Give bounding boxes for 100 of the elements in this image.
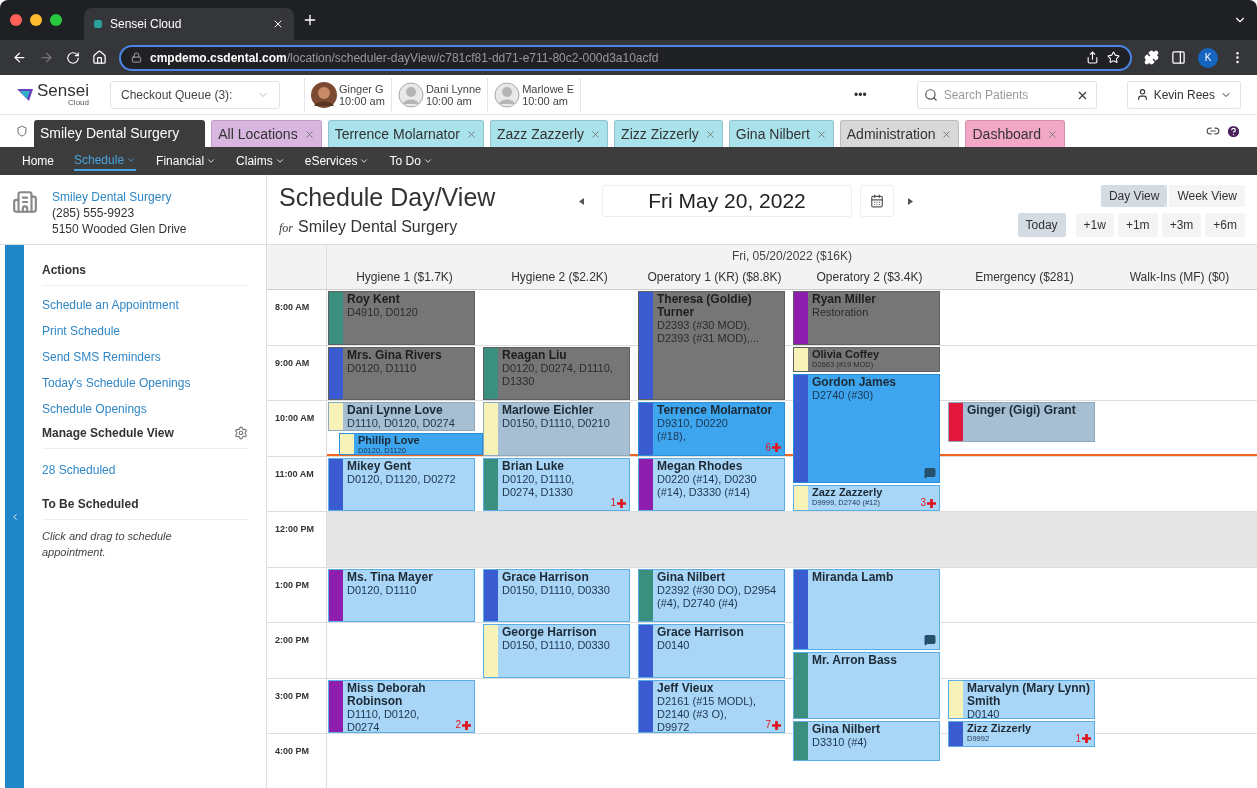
action-link[interactable]: Send SMS Reminders [42, 344, 248, 370]
tab[interactable]: Zazz Zazzerly [489, 120, 609, 147]
procedure-codes: D0140 [967, 707, 1001, 719]
appointment-card[interactable]: Miranda Lamb [793, 568, 940, 650]
forward-icon[interactable] [39, 50, 54, 65]
appointment-card[interactable]: Megan Rhodes D0220 (#14), D0230 (#14), D3330 (#14) [638, 457, 785, 511]
practice-phone: (285) 555-9923 [52, 205, 136, 221]
profile-avatar[interactable]: K [1198, 47, 1218, 68]
appointment-card[interactable]: Jeff Vieux D2161 (#15 MODL), D2140 (#3 O), D9972 7 [638, 679, 785, 733]
appointment-card[interactable]: Gina Nilbert D3310 (#4) [793, 721, 940, 761]
staff-name: Dani Lynne [425, 82, 482, 95]
action-link[interactable]: Print Schedule [42, 318, 248, 344]
appointment-card[interactable]: Gordon James D2740 (#30) [793, 374, 940, 484]
time-label: 12:00 PM [275, 524, 315, 534]
tab[interactable]: Zizz Zizzerly [614, 120, 723, 147]
home-icon[interactable] [92, 50, 107, 65]
settings-icon[interactable] [234, 426, 248, 440]
appointment-card[interactable]: Ms. Tina Mayer D0120, D1110 [328, 568, 475, 622]
date-jump-button[interactable]: +1w [1075, 213, 1114, 237]
close-window-button[interactable] [10, 14, 22, 26]
close-icon[interactable] [272, 18, 284, 30]
appointment-card[interactable]: Ginger (Gigi) Grant [948, 402, 1095, 442]
comment-icon[interactable] [924, 633, 936, 646]
date-jump-button[interactable]: +6m [1205, 213, 1245, 237]
comment-icon[interactable] [924, 467, 936, 480]
previous-day-icon[interactable] [579, 198, 584, 205]
appointment-card[interactable]: Dani Lynne Love D1110, D0120, D0274 [328, 402, 475, 432]
appointment-card[interactable]: Gina Nilbert D2392 (#30 DO), D2954 (#4), D2740 (#4) [638, 568, 785, 622]
search-field[interactable]: Search Patients [916, 80, 1097, 109]
extensions-icon[interactable] [1144, 50, 1159, 65]
staff-chip[interactable]: Ginger G 10:00 am [305, 77, 392, 112]
date-field[interactable]: Fri May 20, 2022 [602, 185, 852, 217]
nav-menu-item[interactable]: Home [22, 151, 54, 171]
patient-name: Gina Nilbert [812, 723, 881, 737]
tab[interactable]: Terrence Molarnator [327, 120, 484, 147]
appointment-card[interactable]: Terrence Molarnator D9310, D0220 (#18), 6 [638, 402, 785, 456]
side-panel-icon[interactable] [1171, 50, 1186, 65]
tab[interactable]: Gina Nilbert [728, 120, 834, 147]
next-day-icon[interactable] [908, 198, 913, 205]
staff-chip[interactable]: Marlowe E 10:00 am [488, 77, 582, 112]
nav-menu-item[interactable]: Claims [236, 151, 285, 171]
time-label: 1:00 PM [275, 579, 309, 590]
view-toggle-button[interactable]: Day View [1100, 185, 1168, 207]
scheduled-count-link[interactable]: 28 Scheduled [42, 461, 248, 479]
date-jump-button[interactable]: +3m [1161, 213, 1202, 237]
checkout-queue-dropdown[interactable]: Checkout Queue (3): [110, 80, 280, 109]
nav-menu-item[interactable]: eServices [304, 151, 370, 171]
appointment-card[interactable]: Grace Harrison D0140 [638, 624, 785, 678]
maximize-window-button[interactable] [50, 14, 62, 26]
appointment-card[interactable]: Brian Luke D0120, D1110, D0274, D1330 1 [483, 457, 630, 511]
nav-menu-item[interactable]: Financial [156, 151, 217, 171]
nav-menu-item[interactable]: To Do [389, 151, 433, 171]
link-icon[interactable] [1206, 124, 1220, 138]
action-link[interactable]: Schedule Openings [42, 396, 248, 422]
calendar-button[interactable] [860, 185, 894, 217]
patient-name: Reagan Liu [502, 348, 568, 362]
tab[interactable]: Administration [839, 120, 960, 147]
new-tab-icon[interactable] [302, 12, 318, 28]
patient-name: Marlowe Eichler [502, 404, 595, 417]
column-header: Hygiene 2 ($2.2K) [510, 269, 609, 286]
patient-name: Terrence Molarnator [657, 404, 774, 417]
appointment-card[interactable]: Grace Harrison D0150, D1110, D0330 [483, 568, 630, 622]
tab[interactable]: Smiley Dental Surgery [34, 120, 206, 147]
view-toggle-button[interactable]: Week View [1169, 185, 1245, 207]
nav-menu-item[interactable]: Schedule [74, 151, 137, 171]
tab[interactable]: Dashboard [965, 120, 1065, 147]
appointment-card[interactable]: Marvalyn (Mary Lynn) Smith D0140 [948, 679, 1095, 720]
share-icon[interactable] [1086, 51, 1099, 64]
appointment-card[interactable]: Mrs. Gina Rivers D0120, D1110 [328, 346, 475, 400]
appointment-card[interactable]: Miss Deborah Robinson D1110, D0120, D0274 2 [328, 679, 475, 733]
procedure-codes: D1110, D0120, D0274 [347, 707, 421, 732]
more-button[interactable]: ••• [854, 85, 867, 104]
action-link[interactable]: Today's Schedule Openings [42, 370, 248, 396]
appointment-card[interactable]: Mikey Gent D0120, D1120, D0272 [328, 457, 475, 511]
back-icon[interactable] [12, 50, 27, 65]
tab[interactable]: All Locations [211, 120, 322, 147]
practice-name-link[interactable]: Smiley Dental Surgery [52, 189, 187, 205]
patient-name: Ms. Tina Mayer [347, 570, 434, 584]
appointment-card[interactable]: Theresa (Goldie) Turner D2393 (#30 MOD), D2393 (#31 MOD),... [638, 291, 785, 400]
appointment-card[interactable]: Roy Kent D4910, D0120 [328, 291, 475, 345]
avatar-icon [494, 81, 521, 108]
help-icon[interactable] [1226, 123, 1241, 139]
procedure-codes: D9310, D0220 (#18), [657, 417, 729, 443]
minimize-window-button[interactable] [30, 14, 42, 26]
patient-name: Marvalyn (Mary Lynn) Smith [967, 681, 1090, 708]
date-jump-button[interactable]: Today [1017, 213, 1066, 237]
browser-tab[interactable]: Sensei Cloud [84, 8, 294, 40]
action-link[interactable]: Schedule an Appointment [42, 292, 248, 318]
appointment-card[interactable]: Mr. Arron Bass [793, 651, 940, 720]
appointment-card[interactable]: Ryan Miller Restoration [793, 291, 940, 345]
appointment-card[interactable]: George Harrison D0150, D1110, D0330 [483, 624, 630, 678]
bookmark-star-icon[interactable] [1107, 51, 1120, 64]
reload-icon[interactable] [66, 50, 80, 65]
appointment-card[interactable]: Marlowe Eichler D0150, D1110, D0210 [483, 402, 630, 456]
user-menu[interactable]: Kevin Rees [1126, 80, 1241, 109]
medical-cross-icon [772, 720, 781, 730]
appointment-card[interactable]: Reagan Liu D0120, D0274, D1110, D1330 [483, 346, 630, 400]
staff-chip[interactable]: Dani Lynne 10:00 am [391, 77, 489, 112]
date-jump-button[interactable]: +1m [1117, 213, 1158, 237]
address-bar[interactable]: cmpdemo.csdental.com/location/scheduler-dayView/c781cf81-dd71-e711-80c2-000d3a10acfd [119, 44, 1132, 71]
